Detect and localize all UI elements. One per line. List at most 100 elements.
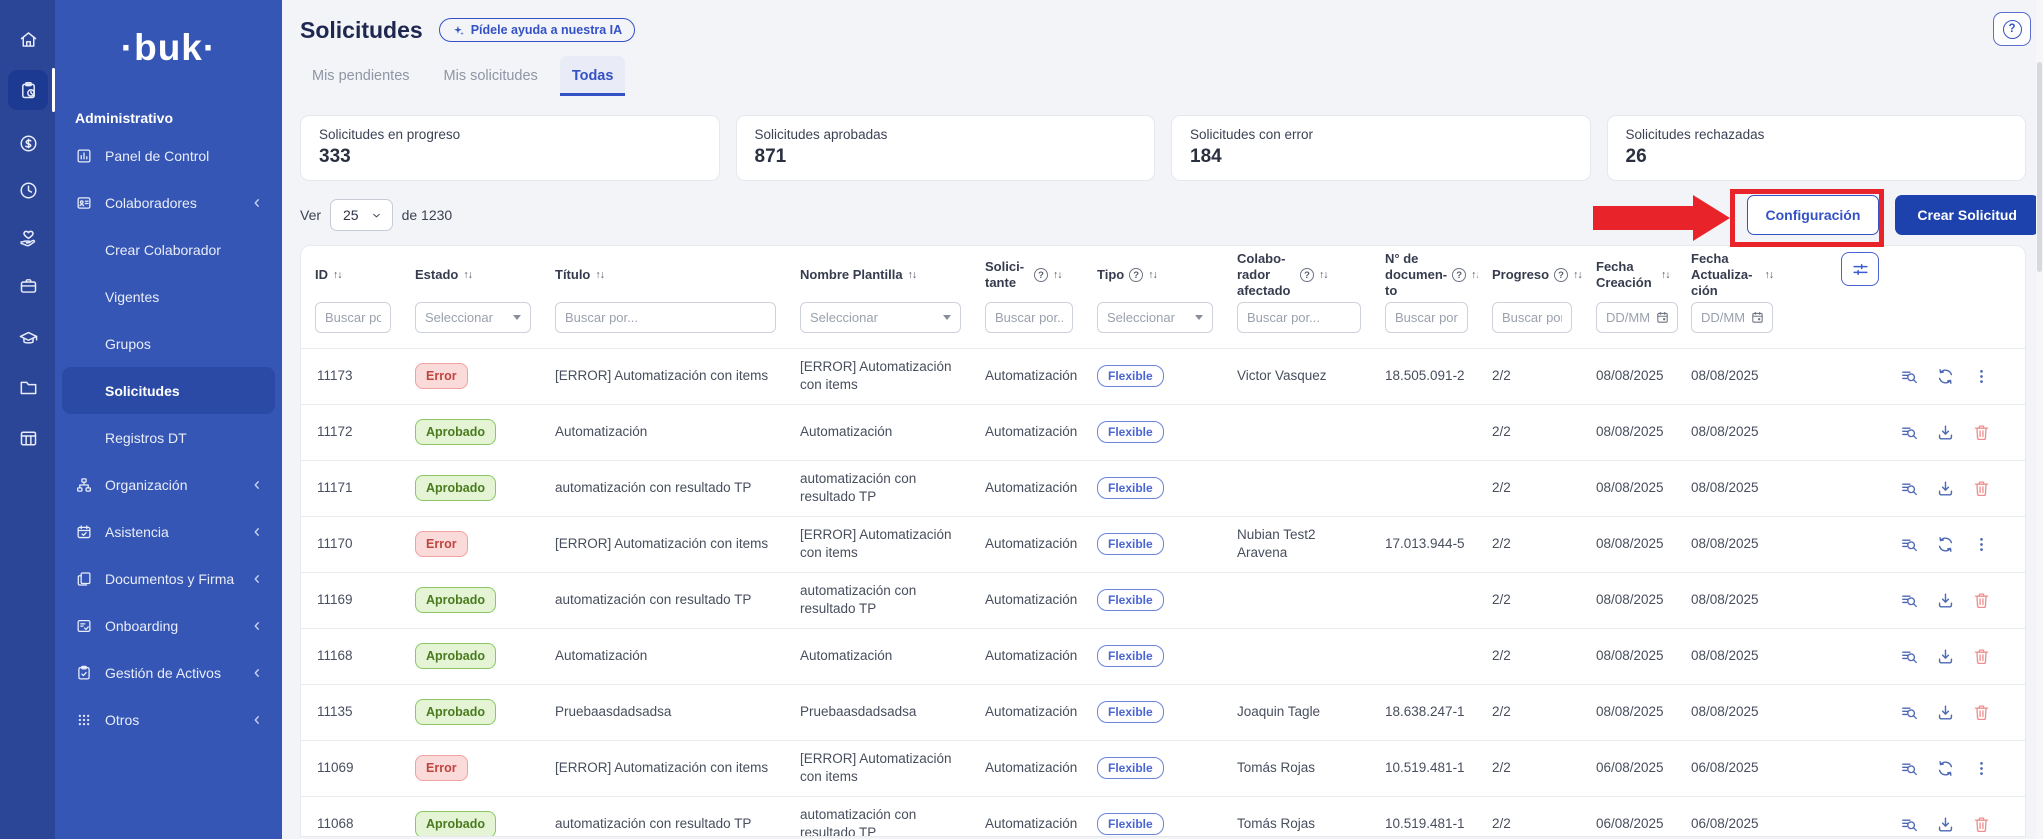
filter-input[interactable] xyxy=(1237,302,1361,333)
retry-icon[interactable] xyxy=(1936,759,1955,778)
filter-input[interactable] xyxy=(1385,302,1468,333)
filter-input[interactable] xyxy=(555,302,776,333)
tab-todas[interactable]: Todas xyxy=(560,56,626,96)
sidebar-item-registros-dt[interactable]: Registros DT xyxy=(62,414,275,461)
column-settings-button[interactable] xyxy=(1841,252,1879,286)
sidebar-item-organizacion[interactable]: Organización xyxy=(62,461,275,508)
sort-icon[interactable]: ↑↓ xyxy=(333,269,342,281)
sidebar-item-colaboradores[interactable]: Colaboradores xyxy=(62,179,275,226)
clock-icon[interactable] xyxy=(8,170,48,210)
delete-icon[interactable] xyxy=(1972,815,1991,834)
tab-mis-solicitudes[interactable]: Mis solicitudes xyxy=(432,56,550,96)
column-header[interactable]: Colabo­rador afectado?↑↓ xyxy=(1223,246,1371,300)
column-header[interactable]: N° de documen­to? ↑↓ xyxy=(1371,246,1478,300)
filter-date-input[interactable]: DD/MM/ xyxy=(1596,302,1678,333)
filter-input[interactable] xyxy=(315,302,391,333)
briefcase-icon[interactable] xyxy=(8,265,48,305)
column-help-icon[interactable]: ? xyxy=(1452,268,1466,282)
storefront-icon[interactable] xyxy=(8,418,48,458)
sidebar-item-solicitudes[interactable]: Solicitudes xyxy=(62,367,275,414)
help-button[interactable]: ? xyxy=(1993,12,2031,46)
sort-icon[interactable]: ↑↓ xyxy=(1661,269,1670,281)
column-header-label[interactable]: Fecha Creación xyxy=(1596,259,1656,292)
view-details-icon[interactable] xyxy=(1900,423,1919,442)
column-help-icon[interactable]: ? xyxy=(1034,268,1048,282)
sort-icon[interactable]: ↑↓ xyxy=(463,269,472,281)
column-header-label[interactable]: N° de documen­to xyxy=(1385,251,1447,300)
column-header-label[interactable]: Estado xyxy=(415,267,458,283)
column-header[interactable]: Título↑↓ xyxy=(541,246,786,300)
tab-mis-pendientes[interactable]: Mis pendientes xyxy=(300,56,422,96)
sort-icon[interactable]: ↑↓ xyxy=(1573,269,1582,281)
crear-solicitud-button[interactable]: Crear Solicitud xyxy=(1895,195,2039,235)
scrollbar-thumb[interactable] xyxy=(2037,62,2042,272)
configuracion-button[interactable]: Configuración xyxy=(1747,195,1880,235)
more-options-icon[interactable] xyxy=(1972,535,1991,554)
column-header[interactable]: Progreso? ↑↓ xyxy=(1478,246,1582,300)
sort-icon[interactable]: ↑↓ xyxy=(1765,269,1774,281)
sidebar-item-panel-de-control[interactable]: Panel de Control xyxy=(62,132,275,179)
home-icon[interactable] xyxy=(8,19,48,59)
column-header-label[interactable]: Fecha Actualiza­ción xyxy=(1691,251,1760,300)
column-header-label[interactable]: Tipo xyxy=(1097,267,1124,283)
column-header-label[interactable]: Nombre Plantilla xyxy=(800,267,903,283)
column-header[interactable]: Fecha Creación ↑↓ xyxy=(1582,246,1677,300)
download-icon[interactable] xyxy=(1936,815,1955,834)
download-icon[interactable] xyxy=(1936,647,1955,666)
column-help-icon[interactable]: ? xyxy=(1129,268,1143,282)
sort-icon[interactable]: ↑↓ xyxy=(1471,269,1478,281)
view-details-icon[interactable] xyxy=(1900,815,1919,834)
filter-date-input[interactable]: DD/MM/ xyxy=(1691,302,1773,333)
view-details-icon[interactable] xyxy=(1900,367,1919,386)
column-help-icon[interactable]: ? xyxy=(1300,268,1314,282)
column-header-label[interactable]: Progreso xyxy=(1492,267,1549,283)
sidebar-item-gestion-de-activos[interactable]: Gestión de Activos xyxy=(62,649,275,696)
sort-icon[interactable]: ↑↓ xyxy=(908,269,917,281)
sort-icon[interactable]: ↑↓ xyxy=(1148,269,1157,281)
download-icon[interactable] xyxy=(1936,591,1955,610)
delete-icon[interactable] xyxy=(1972,591,1991,610)
column-header-label[interactable]: Solici­tante xyxy=(985,259,1029,292)
filter-input[interactable] xyxy=(985,302,1073,333)
filter-select[interactable]: Seleccionar xyxy=(1097,302,1213,333)
sidebar-item-documentos-y-firma[interactable]: Documentos y Firma xyxy=(62,555,275,602)
more-options-icon[interactable] xyxy=(1972,759,1991,778)
more-options-icon[interactable] xyxy=(1972,367,1991,386)
column-header-label[interactable]: Título xyxy=(555,267,590,283)
filter-input[interactable] xyxy=(1492,302,1572,333)
ai-help-button[interactable]: Pídele ayuda a nuestra IA xyxy=(439,18,635,42)
column-header[interactable]: Solici­tante? ↑↓ xyxy=(971,246,1083,300)
retry-icon[interactable] xyxy=(1936,367,1955,386)
delete-icon[interactable] xyxy=(1972,703,1991,722)
view-details-icon[interactable] xyxy=(1900,703,1919,722)
view-details-icon[interactable] xyxy=(1900,479,1919,498)
view-details-icon[interactable] xyxy=(1900,647,1919,666)
sort-icon[interactable]: ↑↓ xyxy=(1053,269,1062,281)
column-header[interactable]: Estado ↑↓ xyxy=(401,246,541,300)
sidebar-item-crear-colaborador[interactable]: Crear Colaborador xyxy=(62,226,275,273)
benefits-hand-heart-icon[interactable] xyxy=(8,218,48,258)
filter-select[interactable]: Seleccionar xyxy=(800,302,961,333)
column-header[interactable]: Tipo? ↑↓ xyxy=(1083,246,1223,300)
sidebar-item-grupos[interactable]: Grupos xyxy=(62,320,275,367)
delete-icon[interactable] xyxy=(1972,423,1991,442)
view-details-icon[interactable] xyxy=(1900,591,1919,610)
graduation-cap-icon[interactable] xyxy=(8,318,48,358)
folder-icon[interactable] xyxy=(8,367,48,407)
sidebar-item-asistencia[interactable]: Asistencia xyxy=(62,508,275,555)
download-icon[interactable] xyxy=(1936,703,1955,722)
column-header-label[interactable]: ID xyxy=(315,267,328,283)
column-header[interactable]: Nombre Plantilla ↑↓ xyxy=(786,246,971,300)
column-help-icon[interactable]: ? xyxy=(1554,268,1568,282)
delete-icon[interactable] xyxy=(1972,647,1991,666)
sort-icon[interactable]: ↑↓ xyxy=(1319,269,1328,281)
column-header[interactable]: Fecha Actualiza­ción ↑↓ xyxy=(1677,246,1777,300)
filter-select[interactable]: Seleccionar xyxy=(415,302,531,333)
vertical-scrollbar[interactable] xyxy=(2036,0,2043,839)
delete-icon[interactable] xyxy=(1972,479,1991,498)
page-size-select[interactable]: 25 xyxy=(330,199,393,231)
requests-clipboard-icon[interactable] xyxy=(8,70,48,110)
download-icon[interactable] xyxy=(1936,479,1955,498)
sidebar-item-otros[interactable]: Otros xyxy=(62,696,275,743)
view-details-icon[interactable] xyxy=(1900,535,1919,554)
